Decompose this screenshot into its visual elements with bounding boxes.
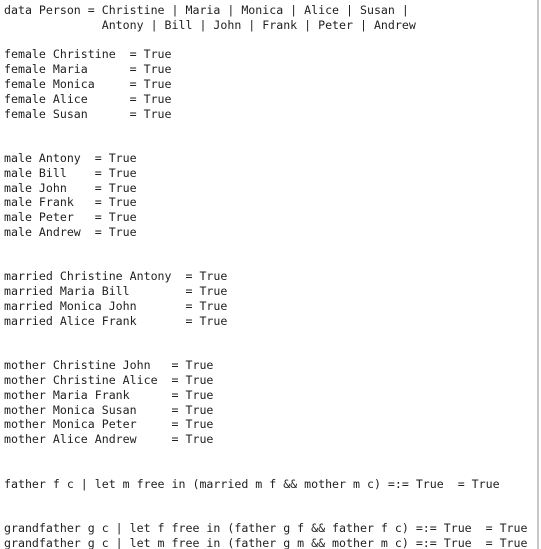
source-code[interactable]: data Person = Christine | Maria | Monica… [4, 3, 528, 549]
code-line: female Monica = True [4, 76, 172, 91]
code-line: mother Alice Andrew = True [4, 432, 214, 447]
code-editor[interactable]: data Person = Christine | Maria | Monica… [0, 0, 539, 549]
code-line: married Alice Frank = True [4, 313, 228, 328]
code-line: grandfather g c | let m free in (father … [4, 535, 528, 549]
code-line: married Christine Antony = True [4, 269, 228, 284]
code-line: female Alice = True [4, 91, 172, 106]
code-line: male Bill = True [4, 165, 137, 180]
editor-right-border [537, 0, 539, 549]
code-line: female Christine = True [4, 47, 172, 62]
code-line: Antony | Bill | John | Frank | Peter | A… [4, 17, 416, 32]
code-line: male Peter = True [4, 210, 137, 225]
code-line: mother Christine Alice = True [4, 372, 214, 387]
code-line: male Antony = True [4, 150, 137, 165]
code-line: married Monica John = True [4, 298, 228, 313]
code-line: data Person = Christine | Maria | Monica… [4, 3, 409, 17]
code-line: grandfather g c | let f free in (father … [4, 520, 528, 535]
code-line: male John = True [4, 180, 137, 195]
code-line: female Susan = True [4, 106, 172, 121]
code-line: male Frank = True [4, 195, 137, 210]
code-line: mother Monica Peter = True [4, 417, 214, 432]
code-line: female Maria = True [4, 62, 172, 77]
code-line: married Maria Bill = True [4, 284, 228, 299]
code-line: mother Christine John = True [4, 358, 214, 373]
code-line: mother Maria Frank = True [4, 387, 214, 402]
code-line: mother Monica Susan = True [4, 402, 214, 417]
code-line: father f c | let m free in (married m f … [4, 476, 500, 491]
code-line: male Andrew = True [4, 224, 137, 239]
